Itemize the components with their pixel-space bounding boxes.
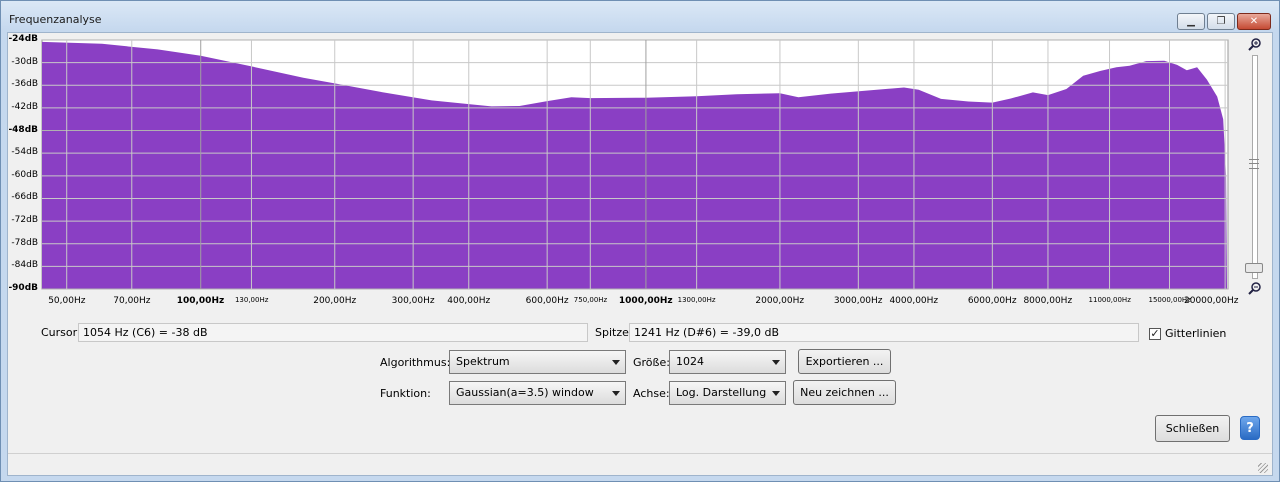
freq-tick-label: 20000,00Hz: [1184, 296, 1239, 306]
minimize-button[interactable]: ▁: [1177, 13, 1205, 30]
freq-tick-label: 750,00Hz: [573, 296, 608, 304]
freq-tick-label: 1000,00Hz: [618, 296, 673, 306]
axis-select[interactable]: Log. Darstellung: [669, 381, 786, 405]
db-tick-label: -84dB: [11, 260, 38, 271]
freq-tick-label: 200,00Hz: [313, 296, 357, 306]
db-tick-label: -72dB: [11, 215, 38, 226]
cursor-readout: 1054 Hz (C6) = -38 dB: [78, 323, 588, 342]
dialog-client-area: Cursor: 1054 Hz (C6) = -38 dB Spitze: 12…: [7, 32, 1273, 476]
zoom-in-icon[interactable]: [1247, 37, 1263, 53]
db-tick-label: -36dB: [11, 79, 38, 90]
size-label: Größe:: [633, 356, 670, 369]
db-tick-label: -90dB: [8, 283, 38, 293]
algorithm-value: Spektrum: [456, 355, 510, 368]
spectrum-svg[interactable]: [40, 38, 1235, 293]
peak-label: Spitze:: [595, 326, 633, 339]
freq-tick-label: 130,00Hz: [234, 296, 269, 304]
window-title: Frequenzanalyse: [9, 13, 102, 26]
maximize-button[interactable]: ❐: [1207, 13, 1235, 30]
function-label: Funktion:: [380, 387, 431, 400]
zoom-out-icon[interactable]: [1247, 281, 1263, 297]
function-select[interactable]: Gaussian(a=3.5) window: [449, 381, 626, 405]
close-button[interactable]: Schließen: [1155, 415, 1230, 442]
freq-tick-label: 1300,00Hz: [677, 296, 716, 304]
db-tick-label: -48dB: [8, 124, 38, 135]
size-select[interactable]: 1024: [669, 350, 786, 374]
freq-tick-label: 6000,00Hz: [967, 296, 1017, 306]
freq-tick-label: 100,00Hz: [176, 296, 225, 306]
freq-tick-label: 300,00Hz: [391, 296, 435, 306]
axis-value: Log. Darstellung: [676, 386, 767, 399]
cursor-label: Cursor:: [41, 326, 81, 339]
spectrum-plot[interactable]: [40, 38, 1235, 293]
db-tick-label: -60dB: [11, 169, 38, 180]
function-value: Gaussian(a=3.5) window: [456, 386, 594, 399]
freq-tick-label: 3000,00Hz: [833, 296, 883, 306]
zoom-slider-panel: [1241, 37, 1269, 297]
gridlines-checkbox[interactable]: ✓: [1149, 328, 1161, 340]
close-window-button[interactable]: ✕: [1237, 13, 1271, 30]
freq-tick-label: 50,00Hz: [48, 296, 86, 306]
db-tick-label: -78dB: [11, 237, 38, 248]
db-tick-label: -30dB: [11, 56, 38, 67]
freq-tick-label: 11000,00Hz: [1088, 296, 1131, 304]
axis-label: Achse:: [633, 387, 670, 400]
chevron-down-icon: [612, 360, 620, 365]
freq-tick-label: 8000,00Hz: [1023, 296, 1073, 306]
size-value: 1024: [676, 355, 704, 368]
redraw-button[interactable]: Neu zeichnen ...: [793, 380, 896, 405]
status-bar: [8, 453, 1272, 476]
chevron-down-icon: [772, 391, 780, 396]
algorithm-label: Algorithmus:: [380, 356, 451, 369]
freq-tick-label: 400,00Hz: [447, 296, 491, 306]
title-bar[interactable]: Frequenzanalyse ▁ ❐ ✕: [1, 1, 1279, 31]
zoom-slider-thumb[interactable]: [1245, 263, 1263, 273]
resize-grip-icon[interactable]: [1258, 463, 1268, 473]
db-tick-label: -54dB: [11, 147, 38, 158]
freq-tick-label: 4000,00Hz: [889, 296, 939, 306]
db-tick-label: -42dB: [11, 101, 38, 112]
peak-readout: 1241 Hz (D#6) = -39,0 dB: [629, 323, 1139, 342]
db-tick-label: -24dB: [8, 34, 38, 44]
export-button[interactable]: Exportieren ...: [798, 349, 891, 374]
db-tick-label: -66dB: [11, 192, 38, 203]
freq-tick-label: 600,00Hz: [525, 296, 569, 306]
help-icon[interactable]: ?: [1240, 416, 1260, 440]
freq-tick-label: 70,00Hz: [113, 296, 151, 306]
gridlines-label[interactable]: Gitterlinien: [1165, 327, 1226, 340]
frequency-analysis-window: Frequenzanalyse ▁ ❐ ✕ Cursor: 1054 Hz (C…: [0, 0, 1280, 482]
slider-midpoint-marker: [1249, 159, 1259, 169]
freq-tick-label: 2000,00Hz: [755, 296, 805, 306]
chevron-down-icon: [772, 360, 780, 365]
algorithm-select[interactable]: Spektrum: [449, 350, 626, 374]
chevron-down-icon: [612, 391, 620, 396]
